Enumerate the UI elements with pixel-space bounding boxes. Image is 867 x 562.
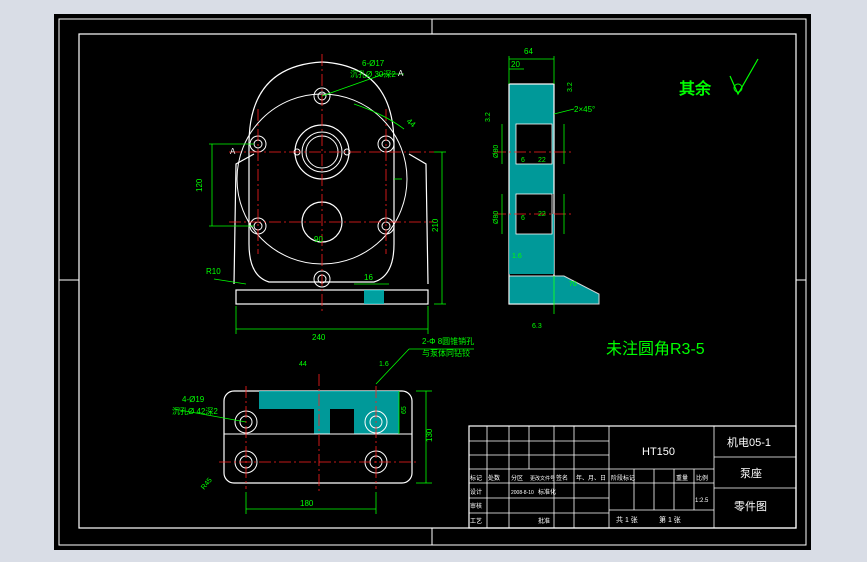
dim-front-90: 90 bbox=[314, 235, 323, 244]
mark-front-a-right: A bbox=[398, 69, 404, 78]
tb-std-label: 标准化 bbox=[538, 488, 556, 496]
tb-sheet-total: 共 1 张 bbox=[616, 515, 638, 524]
tb-header-sign: 签名 bbox=[556, 474, 568, 482]
tb-audit-label: 审核 bbox=[470, 502, 482, 510]
dim-side-70: 70 bbox=[569, 281, 577, 288]
tb-header-date: 年、月、日 bbox=[576, 474, 606, 482]
dim-front-16: 16 bbox=[364, 273, 373, 282]
mark-front-a-left: A bbox=[230, 147, 236, 156]
dim-side-20: 20 bbox=[511, 60, 520, 69]
dim-side-chamfer: 2×45° bbox=[574, 105, 595, 114]
dim-bottom-hole4: 4-Ø19 bbox=[182, 395, 205, 404]
tb-scale-label: 比例 bbox=[696, 474, 708, 482]
tb-drawing-type: 零件图 bbox=[734, 500, 767, 513]
dim-side-80a: Ø80 bbox=[493, 145, 500, 158]
dim-front-cbore6: 沉孔Ø 30深2 bbox=[350, 70, 396, 79]
tb-sheet-no: 第 1 张 bbox=[659, 515, 681, 524]
tb-part-name: 泵座 bbox=[740, 466, 762, 480]
note-fillet: 未注圆角R3-5 bbox=[606, 340, 705, 358]
tb-header-count: 处数 bbox=[488, 474, 500, 482]
tb-material: HT150 bbox=[642, 446, 675, 458]
side-view: 64 20 2×45° 3.2 3.2 Ø80 Ø80 6 6 22 22 1.… bbox=[485, 47, 600, 330]
dim-front-r10: R10 bbox=[206, 267, 221, 276]
tb-header-file: 更改文件号 bbox=[530, 475, 555, 482]
rough-side-32a: 3.2 bbox=[485, 112, 492, 122]
dim-bottom-65: 65 bbox=[401, 406, 408, 414]
dim-side-22b: 22 bbox=[538, 211, 546, 218]
inner-frame bbox=[78, 33, 797, 529]
note-pin-holes2: 与泵体同钻铰 bbox=[422, 348, 470, 358]
note-pin-holes: 2-Φ 8圆锥销孔 bbox=[422, 336, 474, 346]
tb-date: 2008-8-10 bbox=[511, 490, 534, 496]
dim-bottom-180: 180 bbox=[300, 499, 314, 508]
dim-side-6b: 6 bbox=[521, 215, 525, 222]
tb-header-mark: 标记 bbox=[470, 474, 482, 482]
drawing-canvas: 120 210 240 R10 16 90 44 6-Ø17 沉孔Ø 30深2 … bbox=[58, 18, 807, 546]
dim-side-6a: 6 bbox=[521, 157, 525, 164]
dim-front-120: 120 bbox=[195, 178, 204, 192]
tb-stage-label: 阶段标记 bbox=[611, 474, 635, 482]
front-view: 120 210 240 R10 16 90 44 6-Ø17 沉孔Ø 30深2 … bbox=[195, 54, 446, 342]
tb-scale: 1:2.5 bbox=[695, 498, 709, 504]
bottom-view: 180 130 65 44 R45 4-Ø19 沉孔Ø 42深2 2-Φ 8圆锥… bbox=[172, 336, 474, 514]
dim-bottom-cbore4: 沉孔Ø 42深2 bbox=[172, 407, 218, 416]
dim-side-22a: 22 bbox=[538, 157, 546, 164]
tb-approve-label: 批准 bbox=[538, 517, 550, 525]
rough-side-32b: 3.2 bbox=[567, 82, 574, 92]
dim-bottom-44: 44 bbox=[299, 361, 307, 368]
dim-front-240: 240 bbox=[312, 333, 326, 342]
tb-drawing-no: 机电05-1 bbox=[727, 435, 771, 449]
dim-side-80b: Ø80 bbox=[493, 211, 500, 224]
note-rest: 其余 bbox=[679, 79, 712, 98]
title-block: HT150 机电05-1 泵座 零件图 标记 处数 分区 更改文件号 签名 年、… bbox=[468, 425, 797, 529]
tb-designer-label: 设计 bbox=[470, 488, 482, 496]
dim-front-hole6: 6-Ø17 bbox=[362, 59, 385, 68]
rough-side-63: 6.3 bbox=[532, 323, 542, 330]
dim-side-64: 64 bbox=[524, 47, 533, 56]
rough-bottom-16: 1.6 bbox=[379, 361, 389, 368]
dim-bottom-130: 130 bbox=[425, 428, 434, 442]
dim-front-44: 44 bbox=[405, 117, 418, 130]
dim-bottom-r45: R45 bbox=[200, 477, 214, 491]
drawing-viewport[interactable]: 120 210 240 R10 16 90 44 6-Ø17 沉孔Ø 30深2 … bbox=[54, 14, 811, 550]
dim-front-210: 210 bbox=[431, 218, 440, 232]
rough-side-16: 1.6 bbox=[512, 253, 522, 260]
tb-weight-label: 重量 bbox=[676, 474, 688, 482]
tb-header-zone: 分区 bbox=[511, 474, 523, 482]
tb-process-label: 工艺 bbox=[470, 517, 482, 525]
